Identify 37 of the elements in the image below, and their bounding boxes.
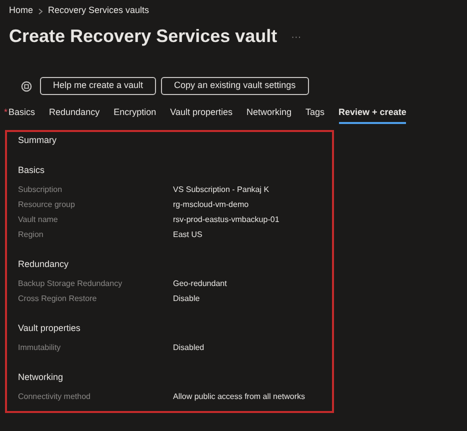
tab[interactable]: Vault properties bbox=[170, 106, 232, 124]
page-title: Create Recovery Services vault bbox=[9, 24, 278, 48]
field-label: Region bbox=[18, 228, 44, 240]
section-heading: Vault properties bbox=[18, 322, 82, 335]
field-label: Vault name bbox=[18, 214, 59, 226]
section-heading: Redundancy bbox=[18, 258, 70, 271]
field-label: Backup Storage Redundancy bbox=[18, 278, 124, 290]
action-button[interactable]: Help me create a vault bbox=[40, 77, 156, 95]
breadcrumb-link[interactable]: Home bbox=[9, 4, 34, 18]
field-value: rsv-prod-eastus-vmbackup-01 bbox=[173, 214, 280, 226]
required-mark: * bbox=[4, 106, 8, 118]
summary-heading: Summary bbox=[18, 134, 58, 147]
tab[interactable]: Networking bbox=[246, 106, 292, 124]
field-label: Subscription bbox=[18, 184, 64, 196]
field-value: Geo-redundant bbox=[173, 278, 227, 290]
copilot-icon bbox=[21, 80, 32, 92]
tab[interactable]: Tags bbox=[306, 106, 325, 124]
more-menu[interactable]: ··· bbox=[291, 30, 302, 44]
tab[interactable]: Encryption bbox=[114, 106, 156, 124]
breadcrumb-link[interactable]: Recovery Services vaults bbox=[48, 4, 150, 18]
section-heading: Networking bbox=[18, 371, 64, 384]
chevron-icon bbox=[38, 8, 44, 14]
tab[interactable]: Redundancy bbox=[49, 106, 100, 124]
field-value: Disable bbox=[173, 292, 200, 304]
field-value: Disabled bbox=[173, 342, 204, 354]
field-label: Cross Region Restore bbox=[18, 292, 98, 304]
field-value: Allow public access from all networks bbox=[173, 390, 306, 402]
field-label: Connectivity method bbox=[18, 390, 92, 402]
field-label: Resource group bbox=[18, 198, 76, 210]
field-value: rg-mscloud-vm-demo bbox=[173, 198, 249, 210]
section-heading: Basics bbox=[18, 164, 46, 177]
field-value: East US bbox=[173, 228, 202, 240]
field-value: VS Subscription - Pankaj K bbox=[173, 184, 270, 196]
action-button[interactable]: Copy an existing vault settings bbox=[161, 77, 309, 95]
tab[interactable]: Review + create bbox=[338, 106, 406, 124]
field-label: Immutability bbox=[18, 342, 62, 354]
tab-label: Basics bbox=[8, 106, 36, 118]
